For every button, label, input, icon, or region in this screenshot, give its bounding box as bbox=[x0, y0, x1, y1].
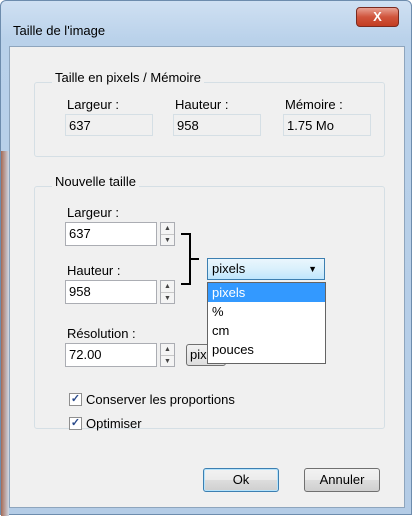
dialog-window: Taille de l'image X Taille en pixels / M… bbox=[0, 0, 412, 516]
close-button[interactable]: X bbox=[356, 7, 399, 27]
original-width-value: 637 bbox=[65, 114, 153, 136]
unit-option-percent[interactable]: % bbox=[208, 302, 325, 321]
original-width-label: Largeur : bbox=[67, 97, 120, 112]
spin-down-icon[interactable]: ▼ bbox=[161, 234, 174, 246]
spin-up-icon[interactable]: ▲ bbox=[161, 223, 174, 234]
keep-proportions-label: Conserver les proportions bbox=[86, 392, 235, 407]
ok-button[interactable]: Ok bbox=[203, 468, 279, 492]
new-height-spinner[interactable]: ▲ ▼ bbox=[160, 280, 175, 304]
resolution-input[interactable]: 72.00 bbox=[65, 343, 157, 367]
checkmark-icon: ✓ bbox=[69, 417, 82, 430]
new-height-input[interactable]: 958 bbox=[65, 280, 157, 304]
optimize-label: Optimiser bbox=[86, 416, 142, 431]
checkmark-icon: ✓ bbox=[69, 393, 82, 406]
chevron-down-icon: ▼ bbox=[308, 264, 317, 274]
original-height-value: 958 bbox=[173, 114, 261, 136]
unit-option-pixels[interactable]: pixels bbox=[208, 283, 325, 302]
new-size-group-legend: Nouvelle taille bbox=[52, 174, 139, 189]
window-title: Taille de l'image bbox=[13, 23, 106, 38]
unit-dropdown-list: pixels % cm pouces bbox=[207, 282, 326, 364]
unit-select[interactable]: pixels ▼ bbox=[207, 258, 325, 280]
spin-down-icon[interactable]: ▼ bbox=[161, 355, 174, 367]
proportion-link-tick bbox=[191, 258, 199, 260]
unit-option-cm[interactable]: cm bbox=[208, 321, 325, 340]
cancel-button[interactable]: Annuler bbox=[304, 468, 380, 492]
spin-down-icon[interactable]: ▼ bbox=[161, 292, 174, 304]
unit-option-pouces[interactable]: pouces bbox=[208, 340, 325, 359]
background-strip bbox=[1, 151, 9, 516]
close-icon: X bbox=[373, 9, 382, 24]
unit-select-value: pixels bbox=[212, 261, 246, 276]
dialog-client-area: Taille en pixels / Mémoire Largeur : 637… bbox=[9, 46, 405, 508]
new-width-spinner[interactable]: ▲ ▼ bbox=[160, 222, 175, 246]
new-height-label: Hauteur : bbox=[67, 263, 121, 278]
new-width-input[interactable]: 637 bbox=[65, 222, 157, 246]
resolution-spinner[interactable]: ▲ ▼ bbox=[160, 343, 175, 367]
spin-up-icon[interactable]: ▲ bbox=[161, 281, 174, 292]
memory-label: Mémoire : bbox=[285, 97, 343, 112]
memory-group-legend: Taille en pixels / Mémoire bbox=[52, 70, 204, 85]
optimize-checkbox[interactable]: ✓ Optimiser bbox=[69, 416, 142, 431]
resolution-label: Résolution : bbox=[67, 326, 136, 341]
original-height-label: Hauteur : bbox=[175, 97, 229, 112]
proportion-link-bracket bbox=[181, 233, 191, 285]
memory-value: 1.75 Mo bbox=[283, 114, 371, 136]
spin-up-icon[interactable]: ▲ bbox=[161, 344, 174, 355]
keep-proportions-checkbox[interactable]: ✓ Conserver les proportions bbox=[69, 392, 235, 407]
new-width-label: Largeur : bbox=[67, 205, 120, 220]
